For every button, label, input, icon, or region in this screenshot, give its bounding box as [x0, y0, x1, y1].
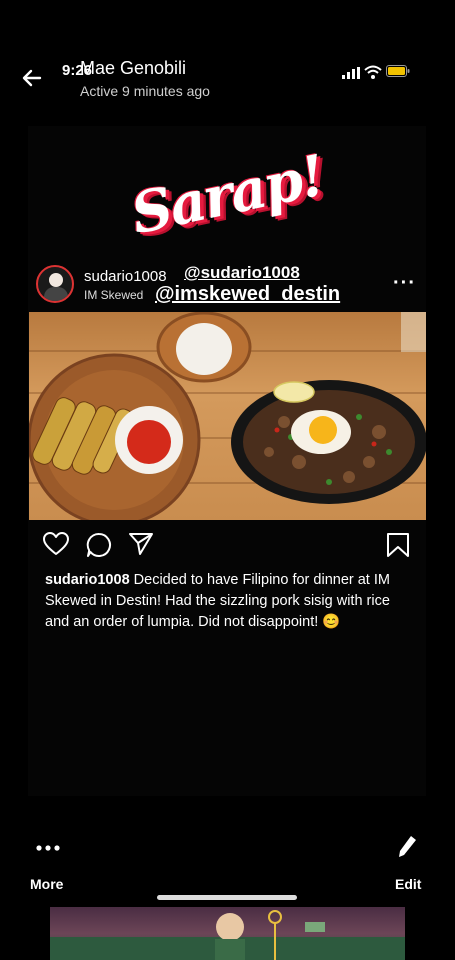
mention-sticker-place[interactable]: @imskewed_destin — [155, 283, 340, 306]
contact-status: Active 9 minutes ago — [80, 83, 210, 99]
contact-name[interactable]: Mae Genobili — [80, 58, 186, 79]
post-location[interactable]: IM Skewed — [84, 288, 143, 302]
signal-icon — [342, 67, 360, 79]
food-photo — [29, 312, 426, 520]
home-indicator[interactable] — [157, 895, 297, 900]
caption-username[interactable]: sudario1008 — [45, 572, 130, 588]
wifi-icon — [364, 65, 382, 79]
next-story-preview[interactable] — [50, 907, 405, 960]
battery-icon — [386, 65, 410, 77]
heart-icon[interactable] — [43, 532, 69, 556]
more-dots-icon[interactable] — [36, 838, 60, 858]
post-options-icon[interactable]: ··· — [393, 272, 416, 295]
post-caption: sudario1008 Decided to have Filipino for… — [45, 570, 405, 633]
edit-button[interactable]: Edit — [395, 876, 421, 892]
bookmark-icon[interactable] — [386, 532, 410, 558]
mention-sticker-user[interactable]: @sudario1008 — [184, 263, 300, 283]
share-icon[interactable] — [128, 532, 154, 556]
more-button[interactable]: More — [30, 876, 63, 892]
next-story-illustration — [50, 910, 405, 960]
back-arrow-icon[interactable] — [20, 66, 44, 90]
sarap-logo: Sarap! — [110, 143, 345, 248]
comment-icon[interactable] — [86, 532, 112, 558]
food-illustration — [29, 312, 426, 520]
avatar[interactable] — [36, 265, 74, 303]
edit-pencil-icon[interactable] — [396, 834, 418, 860]
